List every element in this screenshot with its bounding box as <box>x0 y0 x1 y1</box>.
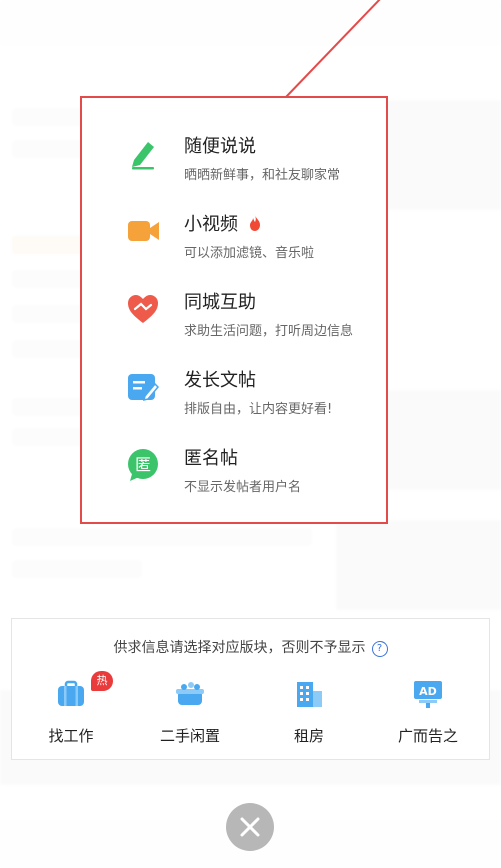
edit-document-icon <box>128 374 160 402</box>
category-notice-text: 供求信息请选择对应版块，否则不予显示 <box>113 640 366 656</box>
menu-item-title: 小视频 <box>184 210 262 236</box>
menu-item-title: 随便说说 <box>184 136 256 157</box>
category-find-job[interactable]: 热 找工作 <box>16 671 126 753</box>
menu-item-desc: 求助生活问题，打听周边信息 <box>184 324 354 339</box>
ad-board-icon: AD <box>414 681 442 708</box>
menu-item-title: 发长文帖 <box>184 370 256 391</box>
menu-item-desc: 不显示发帖者用户名 <box>184 480 302 495</box>
anonymous-badge-icon: 匿 <box>128 449 158 481</box>
post-type-menu: 随便说说 晒晒新鲜事，和社友聊家常 小视频 可以添加滤镜、音乐啦 同城互助 求助… <box>80 96 388 524</box>
fire-icon <box>249 215 260 231</box>
close-icon <box>240 817 260 837</box>
video-camera-icon <box>128 221 159 241</box>
pencil-icon <box>132 142 154 170</box>
category-label: 找工作 <box>48 727 94 745</box>
menu-item-desc: 排版自由，让内容更好看! <box>184 402 333 417</box>
category-notice: 供求信息请选择对应版块，否则不予显示? <box>12 637 489 657</box>
briefcase-icon <box>58 680 84 706</box>
hot-badge: 热 <box>91 671 113 691</box>
menu-item-anonymous-post[interactable]: 匿 匿名帖 不显示发帖者用户名 <box>82 436 386 506</box>
category-label: 二手闲置 <box>159 727 220 745</box>
menu-item-title: 匿名帖 <box>184 448 238 469</box>
menu-item-desc: 晒晒新鲜事，和社友聊家常 <box>184 168 341 183</box>
category-label: 租房 <box>293 727 324 745</box>
menu-item-desc: 可以添加滤镜、音乐啦 <box>184 246 315 261</box>
menu-item-title: 同城互助 <box>184 292 256 313</box>
ad-board-text: AD <box>419 685 437 698</box>
menu-item-long-post[interactable]: 发长文帖 排版自由，让内容更好看! <box>82 358 386 428</box>
building-icon <box>297 682 322 707</box>
category-second-hand[interactable]: 二手闲置 <box>135 677 245 753</box>
classified-categories-card: 供求信息请选择对应版块，否则不予显示? 热 找工作 二手闲置 租房 AD 广而告… <box>11 618 490 760</box>
menu-item-title-text: 小视频 <box>184 214 238 235</box>
category-rent-house[interactable]: 租房 <box>254 677 364 753</box>
anonymous-badge-char: 匿 <box>135 455 151 474</box>
menu-item-local-help[interactable]: 同城互助 求助生活问题，打听周边信息 <box>82 280 386 350</box>
close-button[interactable] <box>226 803 274 851</box>
basket-icon <box>176 682 204 705</box>
helping-heart-icon <box>128 295 158 323</box>
help-icon[interactable]: ? <box>371 641 388 657</box>
category-label: 广而告之 <box>397 727 458 745</box>
menu-item-casual-talk[interactable]: 随便说说 晒晒新鲜事，和社友聊家常 <box>82 124 386 194</box>
menu-item-short-video[interactable]: 小视频 可以添加滤镜、音乐啦 <box>82 202 386 272</box>
category-advertise[interactable]: AD 广而告之 <box>373 677 483 753</box>
